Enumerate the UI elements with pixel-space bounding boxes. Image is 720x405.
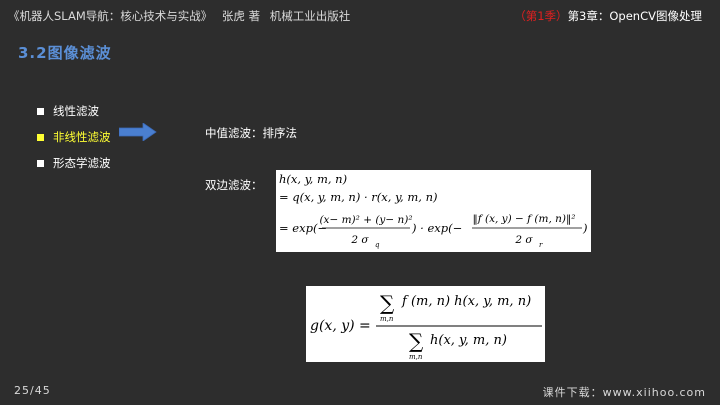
- formula-sub-r: r: [539, 241, 543, 249]
- publisher: 机械工业出版社: [269, 9, 351, 23]
- weighted-average-formula: g(x, y) = ∑ m,n f (m, n) h(x, y, m, n) ∑…: [306, 286, 545, 362]
- bullet-square-icon: [37, 133, 44, 141]
- formula-numerator-1: (x− m)² + (y− n)²: [319, 214, 412, 226]
- bullet-morphological-filter[interactable]: 形态学滤波: [37, 150, 111, 176]
- formula-denominator-2: 2 σ: [514, 234, 533, 246]
- sum-symbol-icon: ∑: [380, 291, 395, 315]
- chapter-label: 第3章：OpenCV图像处理: [567, 9, 702, 23]
- bullet-label: 线性滤波: [53, 104, 99, 118]
- bullet-label: 非线性滤波: [53, 130, 111, 144]
- bullet-label: 形态学滤波: [53, 156, 111, 170]
- formula-exp-2: ) · exp(−: [411, 221, 462, 235]
- formula-line-2: = q(x, y, m, n) · r(x, y, m, n): [279, 190, 437, 204]
- author: 张虎 著: [221, 9, 261, 23]
- sum-symbol-icon: ∑: [409, 329, 424, 353]
- section-title: 3.2图像滤波: [18, 44, 112, 62]
- bullet-linear-filter[interactable]: 线性滤波: [37, 98, 111, 124]
- formula-numerator-2: ‖f (x, y) − f (m, n)‖²: [473, 213, 576, 226]
- download-link[interactable]: 课件下载：www.xiihoo.com: [543, 384, 706, 400]
- header-left: 《机器人SLAM导航：核心技术与实战》 张虎 著 机械工业出版社: [8, 8, 356, 24]
- season-label: （第1季）: [514, 9, 568, 23]
- bilateral-formula: h(x, y, m, n) = q(x, y, m, n) · r(x, y, …: [276, 170, 591, 252]
- formula-sub-q: q: [375, 241, 380, 249]
- right-arrow-icon: [119, 123, 157, 141]
- formula-denominator-1: 2 σ: [350, 234, 369, 246]
- sum-subscript: m,n: [409, 353, 423, 361]
- bullet-square-icon: [37, 159, 44, 167]
- bullet-list: 线性滤波 非线性滤波 形态学滤波: [37, 98, 111, 176]
- formula-numerator: f (m, n) h(x, y, m, n): [401, 294, 531, 309]
- bilateral-filter-label: 双边滤波：: [205, 178, 263, 192]
- formula-line-1: h(x, y, m, n): [279, 172, 347, 186]
- bullet-square-icon: [37, 107, 44, 115]
- book-title: 《机器人SLAM导航：核心技术与实战》: [8, 9, 213, 23]
- median-filter-label: 中值滤波：排序法: [205, 126, 297, 140]
- sum-subscript: m,n: [380, 315, 394, 323]
- formula-denominator: h(x, y, m, n): [430, 333, 507, 348]
- page-number: 25/45: [14, 384, 51, 397]
- formula-close: ): [582, 221, 588, 235]
- header-right: （第1季）第3章：OpenCV图像处理: [514, 8, 702, 24]
- formula-lhs: g(x, y) =: [310, 318, 371, 334]
- bullet-nonlinear-filter[interactable]: 非线性滤波: [37, 124, 111, 150]
